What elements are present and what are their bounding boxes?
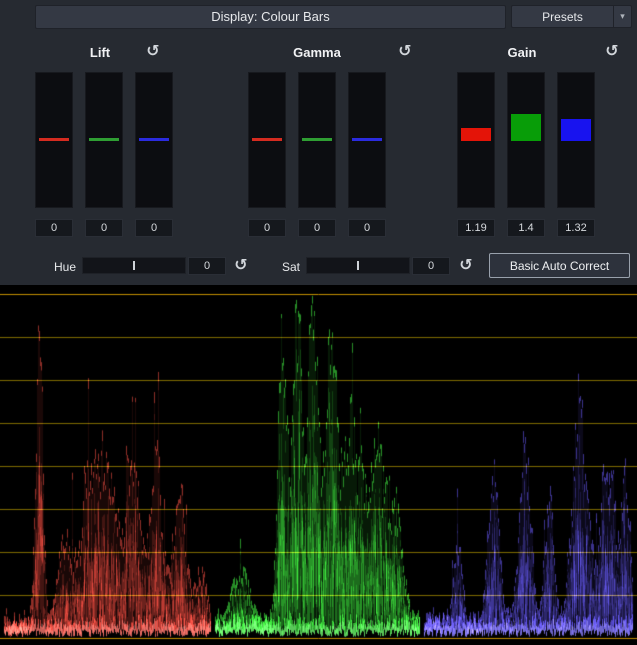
gain-green-value[interactable]: 1.4 <box>507 219 545 237</box>
gamma-green-handle[interactable] <box>302 138 332 141</box>
gain-blue-slider[interactable] <box>557 72 595 208</box>
lift-green-value[interactable]: 0 <box>85 219 123 237</box>
presets-dropdown[interactable]: Presets ▾ <box>511 5 632 28</box>
reset-gain-icon[interactable]: ↺ <box>603 42 621 60</box>
lift-blue-slider[interactable] <box>135 72 173 208</box>
gain-red-value[interactable]: 1.19 <box>457 219 495 237</box>
reset-hue-icon[interactable]: ↺ <box>232 256 250 274</box>
lift-green-handle[interactable] <box>89 138 119 141</box>
hue-value[interactable]: 0 <box>188 257 226 275</box>
lift-red-slider[interactable] <box>35 72 73 208</box>
reset-lift-icon[interactable]: ↺ <box>144 42 162 60</box>
chevron-down-icon[interactable]: ▾ <box>613 6 631 27</box>
gain-red-handle[interactable] <box>461 128 491 141</box>
gain-green-handle[interactable] <box>511 114 541 141</box>
gain-red-slider[interactable] <box>457 72 495 208</box>
lift-red-value[interactable]: 0 <box>35 219 73 237</box>
reset-gamma-icon[interactable]: ↺ <box>396 42 414 60</box>
gamma-blue-handle[interactable] <box>352 138 382 141</box>
gain-blue-handle[interactable] <box>561 119 591 141</box>
sat-slider-handle[interactable] <box>357 261 359 270</box>
gain-blue-value[interactable]: 1.32 <box>557 219 595 237</box>
gamma-green-value[interactable]: 0 <box>298 219 336 237</box>
basic-auto-correct-button[interactable]: Basic Auto Correct <box>489 253 630 278</box>
gamma-red-value[interactable]: 0 <box>248 219 286 237</box>
gamma-red-handle[interactable] <box>252 138 282 141</box>
lift-blue-value[interactable]: 0 <box>135 219 173 237</box>
hue-label: Hue <box>38 260 76 274</box>
sat-value[interactable]: 0 <box>412 257 450 275</box>
sat-slider[interactable] <box>306 257 410 274</box>
lift-green-slider[interactable] <box>85 72 123 208</box>
lift-red-handle[interactable] <box>39 138 69 141</box>
section-label-lift: Lift <box>90 45 110 60</box>
lift-blue-handle[interactable] <box>139 138 169 141</box>
section-label-gain: Gain <box>508 45 537 60</box>
rgb-waveform-scope <box>0 285 637 645</box>
hue-slider[interactable] <box>82 257 186 274</box>
reset-sat-icon[interactable]: ↺ <box>457 256 475 274</box>
gamma-blue-value[interactable]: 0 <box>348 219 386 237</box>
section-label-gamma: Gamma <box>293 45 341 60</box>
gamma-green-slider[interactable] <box>298 72 336 208</box>
gain-green-slider[interactable] <box>507 72 545 208</box>
hue-slider-handle[interactable] <box>133 261 135 270</box>
sat-label: Sat <box>262 260 300 274</box>
presets-label: Presets <box>512 6 613 27</box>
gamma-blue-slider[interactable] <box>348 72 386 208</box>
display-mode-button[interactable]: Display: Colour Bars <box>35 5 506 29</box>
gamma-red-slider[interactable] <box>248 72 286 208</box>
